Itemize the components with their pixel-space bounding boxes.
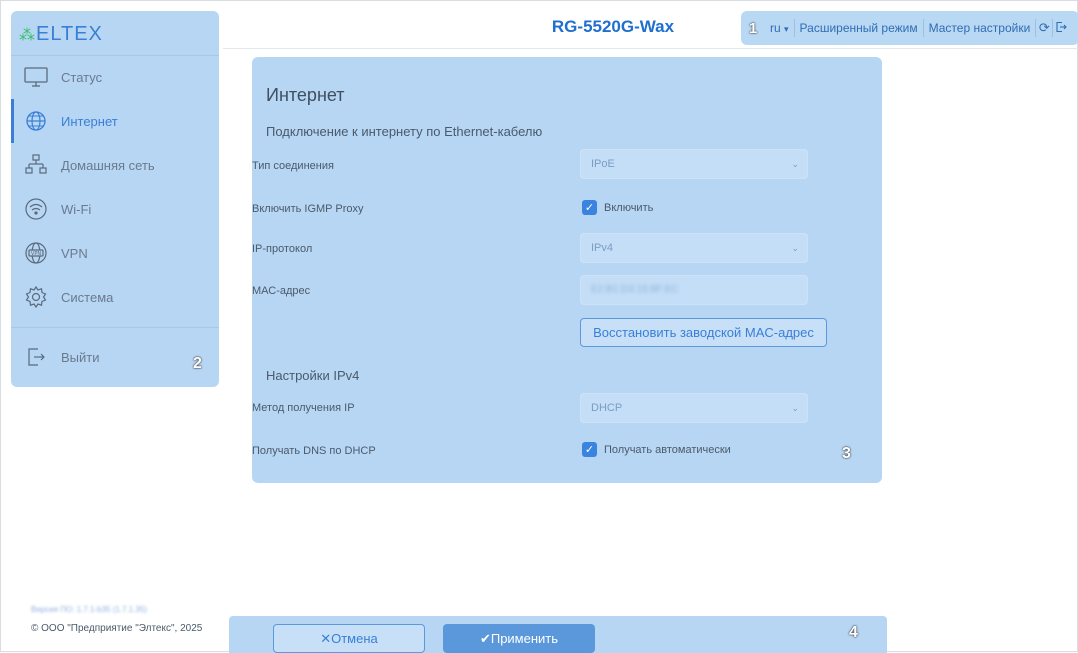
sidebar-item-label: Домашняя сеть <box>61 157 155 173</box>
ip-method-select[interactable]: DHCP ⌄ <box>580 393 808 423</box>
vpn-icon: VPN <box>11 241 61 265</box>
page-title: Интернет <box>266 85 345 105</box>
sidebar-item-label: Wi-Fi <box>61 201 92 217</box>
logout-icon[interactable] <box>1053 21 1069 36</box>
copyright: © ООО "Предприятие "Элтекс", 2025 <box>31 623 203 634</box>
gear-icon <box>11 285 61 309</box>
ip-protocol-label: IP-протокол <box>252 243 313 255</box>
connection-type-select[interactable]: IPoE ⌄ <box>580 149 808 179</box>
action-bar: ✕Отмена ✔Применить 4 <box>229 616 887 653</box>
ip-protocol-select[interactable]: IPv4 ⌄ <box>580 233 808 263</box>
sidebar-item-label: Выйти <box>61 349 100 365</box>
sidebar-item-wifi[interactable]: Wi-Fi <box>11 187 219 231</box>
mac-address-input[interactable]: E2:B1:D3:15:8F:EC <box>580 275 808 305</box>
header-toolbar: 1 ru ▾ Расширенный режим Мастер настройк… <box>741 11 1078 45</box>
sidebar-item-system[interactable]: Система <box>11 275 219 319</box>
header: RG-5520G-Wax 1 ru ▾ Расширенный режим Ма… <box>223 9 1078 49</box>
sidebar-item-label: Система <box>61 289 114 305</box>
network-icon <box>11 153 61 177</box>
igmp-proxy-checkbox[interactable]: ✓ Включить <box>582 200 653 215</box>
internet-settings-panel: Интернет Подключение к интернету по Ethe… <box>252 57 882 483</box>
sidebar-item-label: VPN <box>61 245 88 261</box>
sidebar-item-label: Статус <box>61 69 103 85</box>
logout-icon <box>11 345 61 369</box>
connection-type-label: Тип соединения <box>252 160 334 172</box>
chevron-down-icon: ⌄ <box>791 159 799 169</box>
sidebar: ⁂ELTEX Статус Интернет Домашняя сеть Wi- <box>11 11 219 387</box>
router-web-ui: ⁂ELTEX Статус Интернет Домашняя сеть Wi- <box>0 0 1078 653</box>
check-icon: ✓ <box>582 200 597 215</box>
ip-method-label: Метод получения IP <box>252 402 355 414</box>
dns-dhcp-label: Получать DNS по DHCP <box>252 445 376 457</box>
sidebar-item-status[interactable]: Статус <box>11 55 219 99</box>
svg-text:VPN: VPN <box>31 251 41 257</box>
advanced-mode-link[interactable]: Расширенный режим <box>795 21 923 35</box>
sidebar-item-home-network[interactable]: Домашняя сеть <box>11 143 219 187</box>
sidebar-item-internet[interactable]: Интернет <box>11 99 219 143</box>
annotation-badge: 1 <box>748 19 758 37</box>
sidebar-item-vpn[interactable]: VPN VPN <box>11 231 219 275</box>
section-title-ipv4: Настройки IPv4 <box>266 368 360 383</box>
check-icon: ✓ <box>582 442 597 457</box>
divider <box>11 327 219 328</box>
annotation-badge: 4 <box>849 624 858 641</box>
wifi-icon <box>11 197 61 221</box>
restore-mac-button[interactable]: Восстановить заводской MAC-адрес <box>580 318 827 347</box>
apply-button[interactable]: ✔Применить <box>443 624 595 653</box>
annotation-badge: 2 <box>193 355 202 372</box>
mac-address-label: МАС-адрес <box>252 285 311 297</box>
monitor-icon <box>11 66 61 88</box>
chevron-down-icon: ⌄ <box>791 243 799 253</box>
setup-wizard-link[interactable]: Мастер настройки <box>924 21 1036 35</box>
annotation-badge: 3 <box>842 445 851 462</box>
eltex-logo[interactable]: ⁂ELTEX <box>19 23 103 46</box>
dns-dhcp-checkbox[interactable]: ✓ Получать автоматически <box>582 442 731 457</box>
language-select[interactable]: ru ▾ <box>765 21 794 35</box>
firmware-version: Версия ПО: 1.7.1-b35 (1.7.1.35) <box>31 605 147 614</box>
igmp-proxy-label: Включить IGMP Proxy <box>252 203 364 215</box>
refresh-icon[interactable]: ⟳ <box>1036 20 1052 36</box>
section-title-ethernet: Подключение к интернету по Ethernet-кабе… <box>266 124 543 139</box>
cancel-button[interactable]: ✕Отмена <box>273 624 425 653</box>
sidebar-item-logout[interactable]: Выйти <box>11 335 219 379</box>
chevron-down-icon: ⌄ <box>791 403 799 413</box>
sidebar-item-label: Интернет <box>61 113 118 129</box>
globe-icon <box>11 109 61 133</box>
